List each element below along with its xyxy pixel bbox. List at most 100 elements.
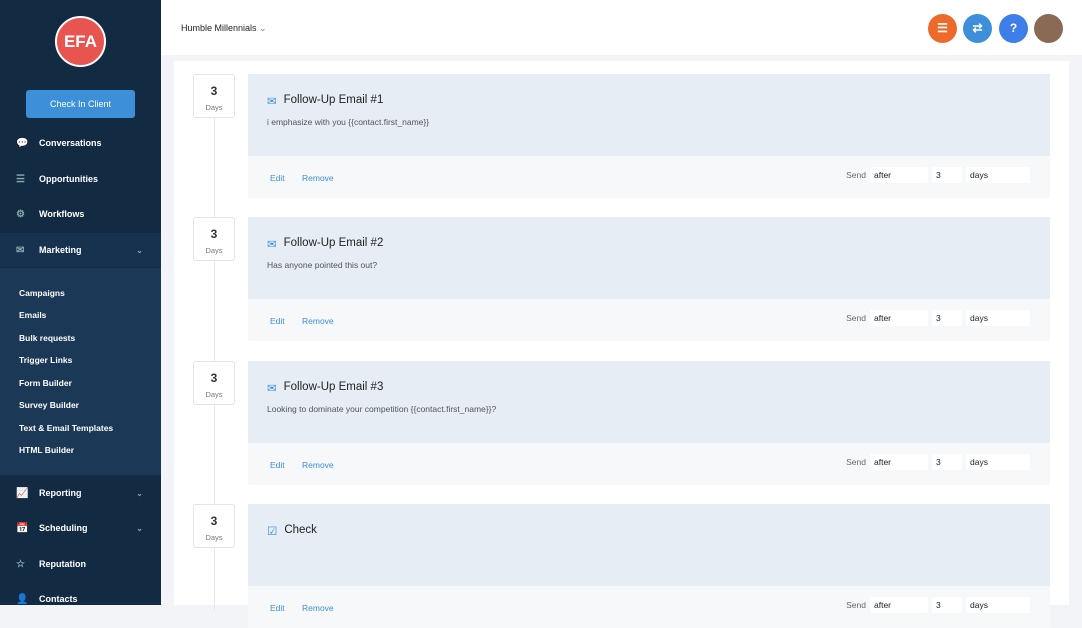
step-header: ☑ Check bbox=[248, 504, 1050, 586]
help-icon[interactable]: ? bbox=[999, 14, 1028, 43]
when-select[interactable]: after bbox=[870, 167, 928, 183]
nav-reporting[interactable]: 📈 Reporting ⌄ bbox=[0, 476, 161, 510]
amount-input[interactable]: 3 bbox=[932, 454, 962, 470]
delay-value: 3 bbox=[210, 514, 218, 528]
send-controls: Send after 3 days bbox=[846, 454, 1030, 470]
amount-input[interactable]: 3 bbox=[932, 310, 962, 326]
send-controls: Send after 3 days bbox=[846, 167, 1030, 183]
step-title: Follow-Up Email #1 bbox=[283, 94, 384, 106]
step-body: Has anyone pointed this out? bbox=[267, 260, 378, 270]
check-in-button[interactable]: Check In Client bbox=[26, 90, 135, 118]
account-switcher[interactable]: Humble Millennials ⌄ bbox=[181, 23, 267, 34]
account-name: Humble Millennials bbox=[181, 23, 257, 33]
step-footer: Edit Remove Send after 3 days bbox=[248, 299, 1050, 341]
step-card: ✉ Follow-Up Email #1 i emphasize with you … bbox=[248, 74, 1050, 198]
list-icon[interactable]: ☰ bbox=[928, 14, 957, 43]
main-content: 3 Days ✉ Follow-Up Email #1 i emphasize wit… bbox=[174, 61, 1069, 628]
sub-emails[interactable]: Emails bbox=[19, 310, 46, 320]
delay-box: 3 Days bbox=[193, 361, 235, 405]
unit-select[interactable]: days bbox=[966, 454, 1030, 470]
calendar-icon: 📅 bbox=[16, 522, 29, 534]
nav-workflows[interactable]: ⚙ Workflows bbox=[0, 197, 161, 231]
avatar[interactable] bbox=[1034, 14, 1063, 43]
switch-icon[interactable]: ⇄ bbox=[963, 14, 992, 43]
send-controls: Send after 3 days bbox=[846, 597, 1030, 613]
step-body: i emphasize with you {{contact.first_nam… bbox=[267, 117, 430, 127]
nav-reputation[interactable]: ☆ Reputation bbox=[0, 547, 161, 581]
sub-trigger-links[interactable]: Trigger Links bbox=[19, 355, 72, 365]
sub-form-builder[interactable]: Form Builder bbox=[19, 378, 72, 388]
sub-templates[interactable]: Text & Email Templates bbox=[19, 423, 113, 433]
sub-campaigns[interactable]: Campaigns bbox=[19, 288, 65, 298]
top-bar: Humble Millennials ⌄ ☰ ⇄ ? bbox=[161, 0, 1082, 55]
chevron-down-icon: ⌄ bbox=[136, 523, 143, 533]
send-label: Send bbox=[846, 170, 866, 180]
mail-icon: ✉ bbox=[267, 239, 277, 251]
delay-unit: Days bbox=[205, 103, 223, 112]
nav-label: Conversations bbox=[39, 138, 102, 148]
nav-label: Marketing bbox=[39, 245, 82, 255]
remove-link[interactable]: Remove bbox=[302, 316, 334, 326]
delay-box: 3 Days bbox=[193, 504, 235, 548]
step-title: Follow-Up Email #2 bbox=[283, 237, 384, 249]
nav-scheduling[interactable]: 📅 Scheduling ⌄ bbox=[0, 511, 161, 545]
nav-contacts[interactable]: 👤 Contacts bbox=[0, 582, 161, 616]
send-controls: Send after 3 days bbox=[846, 310, 1030, 326]
person-icon: 👤 bbox=[16, 593, 29, 605]
delay-box: 3 Days bbox=[193, 217, 235, 261]
remove-link[interactable]: Remove bbox=[302, 460, 334, 470]
send-label: Send bbox=[846, 313, 866, 323]
nav-label: Scheduling bbox=[39, 523, 88, 533]
delay-unit: Days bbox=[205, 390, 223, 399]
chat-icon: 💬 bbox=[16, 137, 29, 149]
step-footer: Edit Remove Send after 3 days bbox=[248, 156, 1050, 198]
star-icon: ☆ bbox=[16, 558, 25, 570]
chevron-down-icon: ⌄ bbox=[136, 245, 143, 255]
when-select[interactable]: after bbox=[870, 597, 928, 613]
unit-select[interactable]: days bbox=[966, 310, 1030, 326]
remove-link[interactable]: Remove bbox=[302, 173, 334, 183]
sub-bulk-requests[interactable]: Bulk requests bbox=[19, 333, 75, 343]
when-select[interactable]: after bbox=[870, 454, 928, 470]
mail-icon: ✉ bbox=[267, 383, 277, 395]
when-select[interactable]: after bbox=[870, 310, 928, 326]
edit-link[interactable]: Edit bbox=[270, 173, 285, 183]
step-body: Looking to dominate your competition {{c… bbox=[267, 404, 497, 414]
amount-input[interactable]: 3 bbox=[932, 167, 962, 183]
step-title: Check bbox=[284, 524, 317, 536]
step-header: ✉ Follow-Up Email #2 Has anyone pointed th… bbox=[248, 217, 1050, 299]
workflow-icon: ⚙ bbox=[16, 208, 25, 220]
mail-icon: ✉ bbox=[267, 96, 277, 108]
step-footer: Edit Remove Send after 3 days bbox=[248, 586, 1050, 628]
edit-link[interactable]: Edit bbox=[270, 460, 285, 470]
sidebar: EFA Check In Client 💬 Conversations ☰ Oppo… bbox=[0, 0, 161, 605]
send-label: Send bbox=[846, 457, 866, 467]
amount-input[interactable]: 3 bbox=[932, 597, 962, 613]
checklist-icon: ☑ bbox=[267, 526, 278, 538]
nav-label: Contacts bbox=[39, 594, 78, 604]
step-card: ✉ Follow-Up Email #3 Looking to dominate y… bbox=[248, 361, 1050, 485]
delay-value: 3 bbox=[210, 371, 218, 385]
send-label: Send bbox=[846, 600, 866, 610]
step-header: ✉ Follow-Up Email #1 i emphasize with you … bbox=[248, 74, 1050, 156]
step-card: ☑ Check Edit Remove Send after 3 days bbox=[248, 504, 1050, 628]
nav-conversations[interactable]: 💬 Conversations bbox=[0, 126, 161, 160]
nav-marketing[interactable]: ✉ Marketing ⌄ bbox=[0, 233, 161, 267]
edit-link[interactable]: Edit bbox=[270, 316, 285, 326]
chevron-down-icon: ⌄ bbox=[259, 23, 267, 33]
sub-html-builder[interactable]: HTML Builder bbox=[19, 445, 74, 455]
sub-survey-builder[interactable]: Survey Builder bbox=[19, 400, 79, 410]
delay-unit: Days bbox=[205, 246, 223, 255]
delay-box: 3 Days bbox=[193, 74, 235, 118]
chevron-down-icon: ⌄ bbox=[136, 488, 143, 498]
delay-value: 3 bbox=[210, 84, 218, 98]
logo: EFA bbox=[55, 16, 106, 67]
delay-value: 3 bbox=[210, 227, 218, 241]
nav-opportunities[interactable]: ☰ Opportunities bbox=[0, 162, 161, 196]
unit-select[interactable]: days bbox=[966, 597, 1030, 613]
unit-select[interactable]: days bbox=[966, 167, 1030, 183]
step-title: Follow-Up Email #3 bbox=[283, 381, 384, 393]
nav-label: Reporting bbox=[39, 488, 82, 498]
mail-icon: ✉ bbox=[16, 244, 25, 256]
step-footer: Edit Remove Send after 3 days bbox=[248, 443, 1050, 485]
